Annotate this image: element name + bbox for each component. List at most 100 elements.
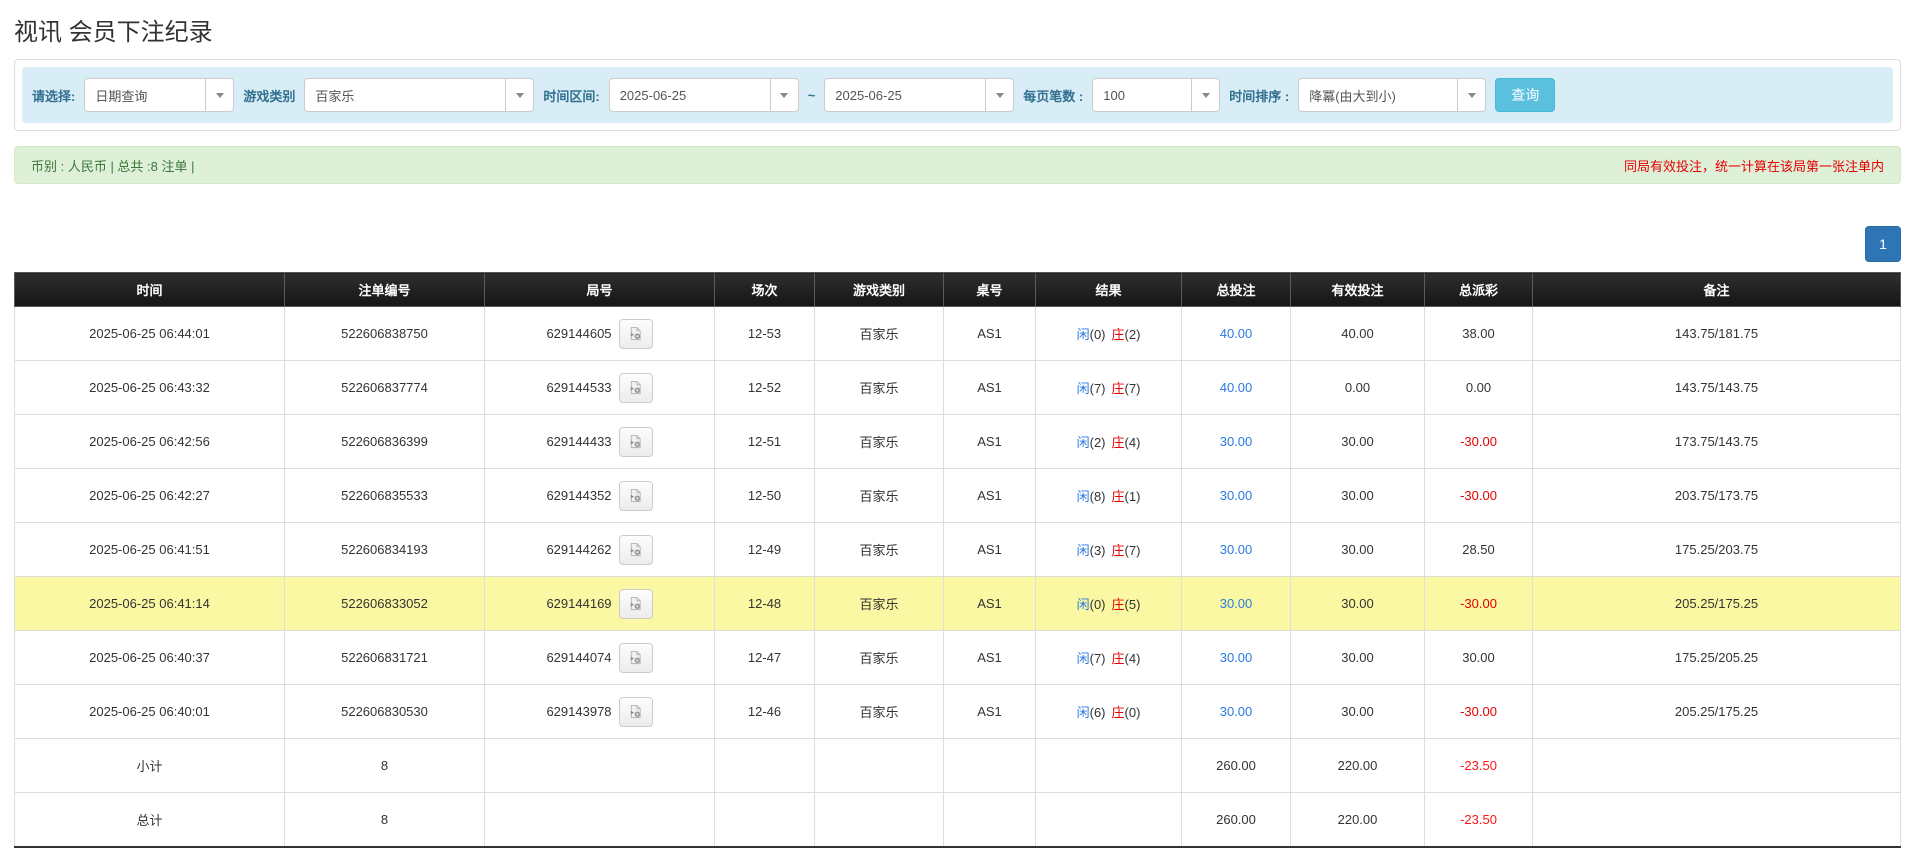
subtotal-valid-bet: 220.00 (1291, 739, 1425, 793)
video-replay-button[interactable] (619, 373, 653, 403)
payout-cell: 0.00 (1425, 361, 1533, 415)
payout-cell: -30.00 (1425, 469, 1533, 523)
bet-time-cell: 2025-06-25 06:41:51 (15, 523, 285, 577)
date-from-select[interactable]: 2025-06-25 (609, 78, 799, 112)
payout-cell: 38.00 (1425, 307, 1533, 361)
query-type-select[interactable]: 日期查询 (84, 78, 234, 112)
total-bet-link[interactable]: 30.00 (1220, 704, 1253, 719)
banker-score: (4) (1125, 651, 1141, 666)
total-bet-cell: 30.00 (1182, 685, 1291, 739)
date-to-value: 2025-06-25 (825, 88, 912, 103)
result-cell: 闲(7)庄(7) (1036, 361, 1182, 415)
game-type-cell: 百家乐 (815, 307, 944, 361)
video-replay-button[interactable] (619, 589, 653, 619)
session-cell: 12-51 (715, 415, 815, 469)
subtotal-total-bet: 260.00 (1182, 739, 1291, 793)
remark-cell: 143.75/143.75 (1533, 361, 1901, 415)
currency-summary: 币别 : 人民币 | 总共 :8 注单 | (31, 156, 195, 175)
date-to-select[interactable]: 2025-06-25 (824, 78, 1014, 112)
round-id-cell: 629144262 (485, 523, 715, 577)
video-replay-button[interactable] (619, 697, 653, 727)
round-id-cell: 629144433 (485, 415, 715, 469)
chevron-down-icon (205, 79, 233, 111)
result-cell: 闲(2)庄(4) (1036, 415, 1182, 469)
video-replay-button[interactable] (619, 427, 653, 457)
remark-cell: 143.75/181.75 (1533, 307, 1901, 361)
video-replay-button[interactable] (619, 319, 653, 349)
video-file-icon (628, 488, 643, 503)
table-number-cell: AS1 (944, 577, 1036, 631)
player-score: (2) (1090, 435, 1106, 450)
player-score: (0) (1090, 597, 1106, 612)
total-total-bet: 260.00 (1182, 793, 1291, 847)
banker-score: (7) (1125, 543, 1141, 558)
page-1-button[interactable]: 1 (1865, 226, 1901, 262)
subtotal-payout: -23.50 (1425, 739, 1533, 793)
session-cell: 12-47 (715, 631, 815, 685)
player-label: 闲 (1077, 597, 1090, 612)
total-bet-link[interactable]: 30.00 (1220, 434, 1253, 449)
player-label: 闲 (1077, 435, 1090, 450)
empty-cell (715, 739, 815, 793)
remark-cell: 175.25/205.25 (1533, 631, 1901, 685)
round-id-cell: 629144605 (485, 307, 715, 361)
filter-panel: 请选择: 日期查询 游戏类别 百家乐 时间区间: 2025-06-25 ~ 20… (14, 59, 1901, 131)
player-label: 闲 (1077, 327, 1090, 342)
column-header: 总投注 (1182, 273, 1291, 307)
total-valid-bet: 220.00 (1291, 793, 1425, 847)
filter-bar: 请选择: 日期查询 游戏类别 百家乐 时间区间: 2025-06-25 ~ 20… (22, 67, 1893, 123)
game-type-cell: 百家乐 (815, 415, 944, 469)
video-replay-button[interactable] (619, 481, 653, 511)
banker-label: 庄 (1112, 435, 1125, 450)
empty-cell (485, 793, 715, 847)
banker-label: 庄 (1112, 489, 1125, 504)
subtotal-row: 小计 8 260.00 220.00 -23.50 (15, 739, 1901, 793)
date-from-value: 2025-06-25 (610, 88, 697, 103)
session-cell: 12-46 (715, 685, 815, 739)
table-row: 2025-06-25 06:40:37 522606831721 6291440… (15, 631, 1901, 685)
session-cell: 12-48 (715, 577, 815, 631)
empty-cell (485, 739, 715, 793)
player-label: 闲 (1077, 543, 1090, 558)
player-score: (6) (1090, 705, 1106, 720)
round-id: 629144074 (546, 650, 611, 665)
query-button[interactable]: 查询 (1495, 78, 1555, 112)
result-cell: 闲(0)庄(5) (1036, 577, 1182, 631)
remark-cell: 203.75/173.75 (1533, 469, 1901, 523)
table-row: 2025-06-25 06:43:32 522606837774 6291445… (15, 361, 1901, 415)
total-bet-cell: 30.00 (1182, 469, 1291, 523)
valid-bet-cell: 40.00 (1291, 307, 1425, 361)
game-type-cell: 百家乐 (815, 685, 944, 739)
video-replay-button[interactable] (619, 535, 653, 565)
time-sort-value: 降冪(由大到小) (1299, 86, 1406, 105)
video-replay-button[interactable] (619, 643, 653, 673)
banker-label: 庄 (1112, 543, 1125, 558)
video-file-icon (628, 704, 643, 719)
total-bet-cell: 30.00 (1182, 577, 1291, 631)
payout-cell: 30.00 (1425, 631, 1533, 685)
table-number-cell: AS1 (944, 685, 1036, 739)
column-header: 总派彩 (1425, 273, 1533, 307)
table-number-cell: AS1 (944, 523, 1036, 577)
payout-cell: -30.00 (1425, 415, 1533, 469)
total-bet-link[interactable]: 30.00 (1220, 650, 1253, 665)
banker-label: 庄 (1112, 651, 1125, 666)
total-bet-link[interactable]: 30.00 (1220, 488, 1253, 503)
game-category-value: 百家乐 (305, 86, 364, 105)
column-header: 桌号 (944, 273, 1036, 307)
video-file-icon (628, 596, 643, 611)
time-sort-select[interactable]: 降冪(由大到小) (1298, 78, 1486, 112)
total-bet-link[interactable]: 30.00 (1220, 542, 1253, 557)
per-page-value: 100 (1093, 88, 1135, 103)
per-page-select[interactable]: 100 (1092, 78, 1220, 112)
valid-bet-cell: 0.00 (1291, 361, 1425, 415)
total-bet-link[interactable]: 30.00 (1220, 596, 1253, 611)
total-bet-link[interactable]: 40.00 (1220, 326, 1253, 341)
total-payout: -23.50 (1425, 793, 1533, 847)
summary-bar: 币别 : 人民币 | 总共 :8 注单 | 同局有效投注，统一计算在该局第一张注… (14, 146, 1901, 184)
round-id-cell: 629143978 (485, 685, 715, 739)
video-file-icon (628, 650, 643, 665)
valid-bet-cell: 30.00 (1291, 415, 1425, 469)
total-bet-link[interactable]: 40.00 (1220, 380, 1253, 395)
game-category-select[interactable]: 百家乐 (304, 78, 534, 112)
